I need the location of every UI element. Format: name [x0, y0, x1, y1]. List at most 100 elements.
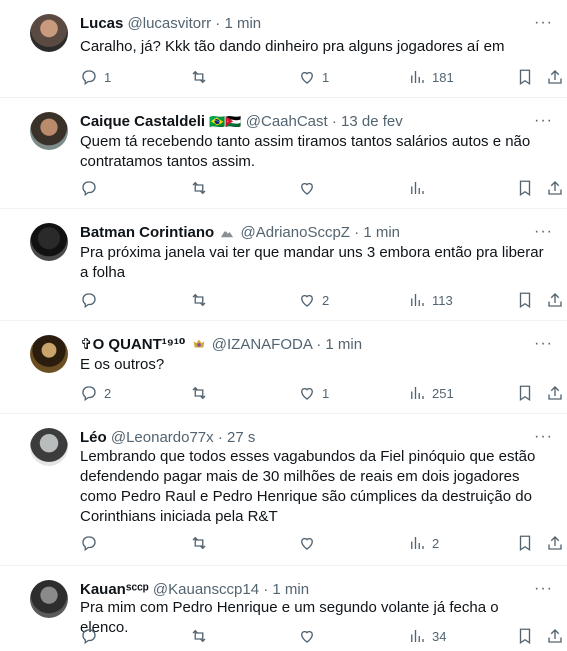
- views-chart-icon: [411, 387, 424, 399]
- avatar[interactable]: [30, 335, 68, 373]
- tweet-card[interactable]: Caique Castaldeli 🇧🇷🇯🇴 @CaahCast · 13 de…: [0, 98, 567, 209]
- reply-icon: [82, 181, 96, 197]
- reply-count: 1: [104, 69, 112, 85]
- tweet-text: Pra próxima janela vai ter que mandar un…: [80, 244, 544, 281]
- reply-button[interactable]: [80, 627, 104, 645]
- separator-dot: ·: [354, 224, 360, 241]
- action-bar: 1 1 181: [80, 68, 562, 88]
- avatar[interactable]: [30, 112, 68, 150]
- more-dots-icon[interactable]: ···: [534, 223, 553, 241]
- bookmark-button[interactable]: [516, 384, 534, 402]
- user-handle[interactable]: @AdrianoSccpZ: [241, 224, 350, 241]
- like-button[interactable]: [298, 627, 322, 645]
- timestamp[interactable]: 1 min: [325, 336, 362, 353]
- reply-button[interactable]: 1: [80, 68, 111, 86]
- timestamp[interactable]: 1 min: [224, 15, 261, 32]
- bookmark-button[interactable]: [516, 179, 534, 197]
- share-button[interactable]: [546, 384, 564, 402]
- bookmark-icon: [519, 69, 531, 86]
- retweet-button[interactable]: [190, 179, 208, 197]
- bookmark-button[interactable]: [516, 627, 534, 645]
- bookmark-button[interactable]: [516, 534, 534, 552]
- more-dots-icon[interactable]: ···: [534, 112, 553, 130]
- tweet-card[interactable]: Léo @Leonardo77x · 27 s ··· Lembrando qu…: [0, 414, 567, 566]
- more-dots-icon[interactable]: ···: [534, 335, 553, 353]
- tweet-card[interactable]: Kauanˢᶜᶜᵖ @Kauansccp14 · 1 min ··· Pra m…: [0, 566, 567, 651]
- reply-button[interactable]: [80, 291, 104, 309]
- share-icon: [548, 536, 562, 550]
- action-bar: 2: [80, 534, 562, 554]
- share-button[interactable]: [546, 68, 564, 86]
- timestamp[interactable]: 13 de fev: [341, 113, 403, 130]
- timestamp[interactable]: 27 s: [227, 429, 255, 446]
- bookmark-icon: [519, 535, 531, 552]
- display-name[interactable]: ✞O QUANT¹⁹¹⁰: [80, 336, 185, 353]
- views-button[interactable]: 251: [408, 384, 454, 402]
- like-button[interactable]: 1: [298, 68, 329, 86]
- retweet-button[interactable]: [190, 534, 208, 552]
- like-button[interactable]: 2: [298, 291, 329, 309]
- like-button[interactable]: 1: [298, 384, 329, 402]
- mountain-emoji-icon: [221, 230, 234, 238]
- like-button[interactable]: [298, 179, 322, 197]
- user-handle[interactable]: @IZANAFODA: [212, 336, 312, 353]
- retweet-button[interactable]: [190, 627, 208, 645]
- user-handle[interactable]: @Leonardo77x: [111, 429, 214, 446]
- reply-feed: Lucas @lucasvitorr · 1 min ··· Caralho, …: [0, 0, 567, 651]
- retweet-icon: [192, 386, 206, 400]
- retweet-icon: [192, 629, 206, 643]
- bookmark-button[interactable]: [516, 68, 534, 86]
- views-count: 34: [432, 628, 447, 644]
- bookmark-button[interactable]: [516, 291, 534, 309]
- like-button[interactable]: [298, 534, 322, 552]
- display-name[interactable]: Lucas: [80, 15, 123, 32]
- share-icon: [548, 181, 562, 195]
- views-button[interactable]: 113: [408, 291, 453, 309]
- avatar[interactable]: [30, 580, 68, 618]
- reply-button[interactable]: [80, 534, 104, 552]
- share-button[interactable]: [546, 627, 564, 645]
- more-dots-icon[interactable]: ···: [534, 428, 553, 446]
- tweet-card[interactable]: ✞O QUANT¹⁹¹⁰ @IZANAFODA · 1 min ··· E os…: [0, 321, 567, 414]
- avatar[interactable]: [30, 428, 68, 466]
- avatar[interactable]: [30, 223, 68, 261]
- more-dots-icon[interactable]: ···: [534, 580, 553, 598]
- views-button[interactable]: 34: [408, 627, 446, 645]
- share-button[interactable]: [546, 179, 564, 197]
- views-chart-icon: [411, 630, 424, 642]
- reply-button[interactable]: 2: [80, 384, 111, 402]
- display-name[interactable]: Kauanˢᶜᶜᵖ: [80, 581, 149, 598]
- share-button[interactable]: [546, 291, 564, 309]
- bookmark-icon: [519, 628, 531, 645]
- views-button[interactable]: 2: [408, 534, 439, 552]
- timestamp[interactable]: 1 min: [272, 581, 309, 598]
- display-name[interactable]: Batman Corintiano: [80, 224, 214, 241]
- more-dots-icon[interactable]: ···: [534, 14, 553, 32]
- retweet-button[interactable]: [190, 68, 208, 86]
- tweet-card[interactable]: Lucas @lucasvitorr · 1 min ··· Caralho, …: [0, 0, 567, 98]
- tweet-text: Lembrando que todos esses vagabundos da …: [80, 448, 536, 525]
- reply-button[interactable]: [80, 179, 104, 197]
- views-chart-icon: [411, 71, 424, 83]
- retweet-button[interactable]: [190, 291, 208, 309]
- share-icon: [548, 70, 562, 84]
- flag-emojis: 🇧🇷🇯🇴: [209, 114, 242, 129]
- tweet-card[interactable]: Batman Corintiano @AdrianoSccpZ · 1 min …: [0, 209, 567, 321]
- user-handle[interactable]: @Kauansccp14: [153, 581, 259, 598]
- views-button[interactable]: 181: [408, 68, 454, 86]
- user-handle[interactable]: @lucasvitorr: [128, 15, 212, 32]
- retweet-button[interactable]: [190, 384, 208, 402]
- timestamp[interactable]: 1 min: [363, 224, 400, 241]
- user-handle[interactable]: @CaahCast: [246, 113, 328, 130]
- like-count: 2: [322, 292, 330, 308]
- share-button[interactable]: [546, 534, 564, 552]
- bookmark-icon: [519, 180, 531, 197]
- display-name[interactable]: Léo: [80, 429, 107, 446]
- separator-dot: ·: [316, 336, 322, 353]
- tweet-header: Batman Corintiano @AdrianoSccpZ · 1 min: [80, 223, 527, 243]
- avatar[interactable]: [30, 14, 68, 52]
- views-button[interactable]: [408, 179, 432, 197]
- display-name[interactable]: Caique Castaldeli: [80, 113, 205, 130]
- heart-icon: [301, 387, 313, 400]
- reply-icon: [82, 629, 96, 645]
